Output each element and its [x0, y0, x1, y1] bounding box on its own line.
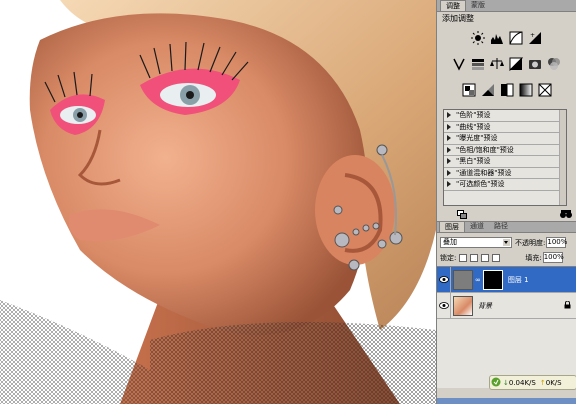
- portrait-photo: [0, 0, 436, 404]
- adjustments-footer: [437, 209, 576, 221]
- channel-mixer-icon[interactable]: [546, 56, 562, 72]
- tab-masks[interactable]: 蒙版: [466, 0, 490, 11]
- layer-mask-thumbnail[interactable]: [482, 269, 503, 290]
- selective-color-icon[interactable]: [537, 82, 553, 98]
- adjustments-tabbar: 调整 蒙版: [437, 0, 576, 12]
- fill-input[interactable]: 100%: [542, 252, 564, 263]
- invert-icon[interactable]: [461, 82, 477, 98]
- lock-label: 锁定:: [440, 253, 457, 262]
- adjustment-presets-list: "色阶"预设 "曲线"预设 "曝光度"预设 "色相/饱和度"预设 "黑白"预设 …: [443, 109, 567, 206]
- blend-mode-select[interactable]: 叠加: [440, 237, 512, 248]
- presets-scrollbar[interactable]: [559, 110, 566, 205]
- color-balance-icon[interactable]: [489, 56, 505, 72]
- preset-hue-saturation[interactable]: "色相/饱和度"预设: [444, 145, 566, 156]
- lock-fill-row: 锁定: 填充: 100%: [437, 250, 576, 265]
- chevron-down-icon[interactable]: [503, 239, 510, 246]
- expand-arrow-icon[interactable]: [447, 146, 451, 153]
- blend-opacity-row: 叠加 不透明度: 100%: [437, 235, 576, 250]
- lock-position-checkbox[interactable]: [481, 253, 490, 262]
- taskbar-strip: [437, 398, 576, 404]
- preset-channel-mixer[interactable]: "通道混和器"预设: [444, 168, 566, 179]
- expand-arrow-icon[interactable]: [447, 181, 451, 188]
- layer-thumbnail: [453, 269, 473, 290]
- layer-list: ∞ 图层 1 背景: [437, 266, 576, 388]
- adjustment-icons-row-2: [437, 54, 576, 74]
- tab-paths[interactable]: 路径: [489, 221, 513, 232]
- preset-black-white[interactable]: "黑白"预设: [444, 156, 566, 168]
- tab-adjustments[interactable]: 调整: [440, 0, 466, 11]
- curves-icon[interactable]: [508, 30, 524, 46]
- posterize-icon[interactable]: [480, 82, 496, 98]
- svg-text:+: +: [530, 32, 535, 39]
- download-speed: 0.04K/S: [508, 378, 536, 387]
- network-speed-meter: ↓ 0.04K/S ↑ 0K/S: [489, 375, 576, 390]
- layers-tabbar: 图层 通道 路径: [437, 221, 576, 233]
- chain-link-icon[interactable]: ∞: [475, 276, 481, 284]
- visibility-eye-icon[interactable]: [437, 266, 451, 293]
- blend-mode-value: 叠加: [443, 238, 457, 246]
- opacity-label: 不透明度:: [515, 238, 546, 247]
- tab-channels[interactable]: 通道: [465, 221, 489, 232]
- layer-thumbnail: [453, 295, 473, 316]
- layer-name[interactable]: 背景: [478, 301, 492, 311]
- adjustment-icons-row-3: [437, 80, 576, 100]
- threshold-icon[interactable]: [499, 82, 515, 98]
- preset-curves[interactable]: "曲线"预设: [444, 122, 566, 133]
- tab-layers[interactable]: 图层: [439, 221, 465, 232]
- adjustment-icons-row-1: +: [437, 28, 576, 48]
- vibrance-icon[interactable]: [451, 56, 467, 72]
- expand-arrow-icon[interactable]: [447, 135, 451, 142]
- fill-label: 填充:: [525, 253, 542, 262]
- lock-icon: [564, 300, 571, 311]
- lock-image-pixels-checkbox[interactable]: [470, 253, 479, 262]
- brightness-contrast-icon[interactable]: [470, 30, 486, 46]
- expand-arrow-icon[interactable]: [447, 158, 451, 165]
- upload-speed: 0K/S: [545, 378, 562, 387]
- exposure-icon[interactable]: +: [527, 30, 543, 46]
- layer-row-layer1[interactable]: ∞ 图层 1: [437, 266, 576, 293]
- layer-row-background[interactable]: 背景: [437, 292, 576, 319]
- network-status-icon: [491, 377, 501, 389]
- expand-arrow-icon[interactable]: [447, 112, 451, 119]
- right-panel: 调整 蒙版 添加调整 + "色阶"预设 "曲线"预设 "曝光度"预设 "色相/饱…: [436, 0, 576, 404]
- hue-saturation-icon[interactable]: [470, 56, 486, 72]
- adjustments-title: 添加调整: [442, 14, 474, 23]
- document-canvas[interactable]: [0, 0, 436, 404]
- opacity-input[interactable]: 100%: [546, 237, 567, 248]
- expand-arrow-icon[interactable]: [447, 169, 451, 176]
- expand-arrow-icon[interactable]: [447, 123, 451, 130]
- black-white-icon[interactable]: [508, 56, 524, 72]
- lock-all-checkbox[interactable]: [492, 253, 501, 262]
- clip-to-layer-icon[interactable]: [457, 209, 467, 221]
- gradient-map-icon[interactable]: [518, 82, 534, 98]
- preset-selective-color[interactable]: "可选颜色"预设: [444, 179, 566, 191]
- adjustment-options-icon[interactable]: [560, 209, 572, 221]
- layer-name[interactable]: 图层 1: [508, 275, 529, 285]
- visibility-eye-icon[interactable]: [437, 292, 451, 319]
- lock-transparent-pixels-checkbox[interactable]: [459, 253, 468, 262]
- levels-icon[interactable]: [489, 30, 505, 46]
- photo-filter-icon[interactable]: [527, 56, 543, 72]
- preset-levels[interactable]: "色阶"预设: [444, 110, 566, 122]
- preset-exposure[interactable]: "曝光度"预设: [444, 133, 566, 145]
